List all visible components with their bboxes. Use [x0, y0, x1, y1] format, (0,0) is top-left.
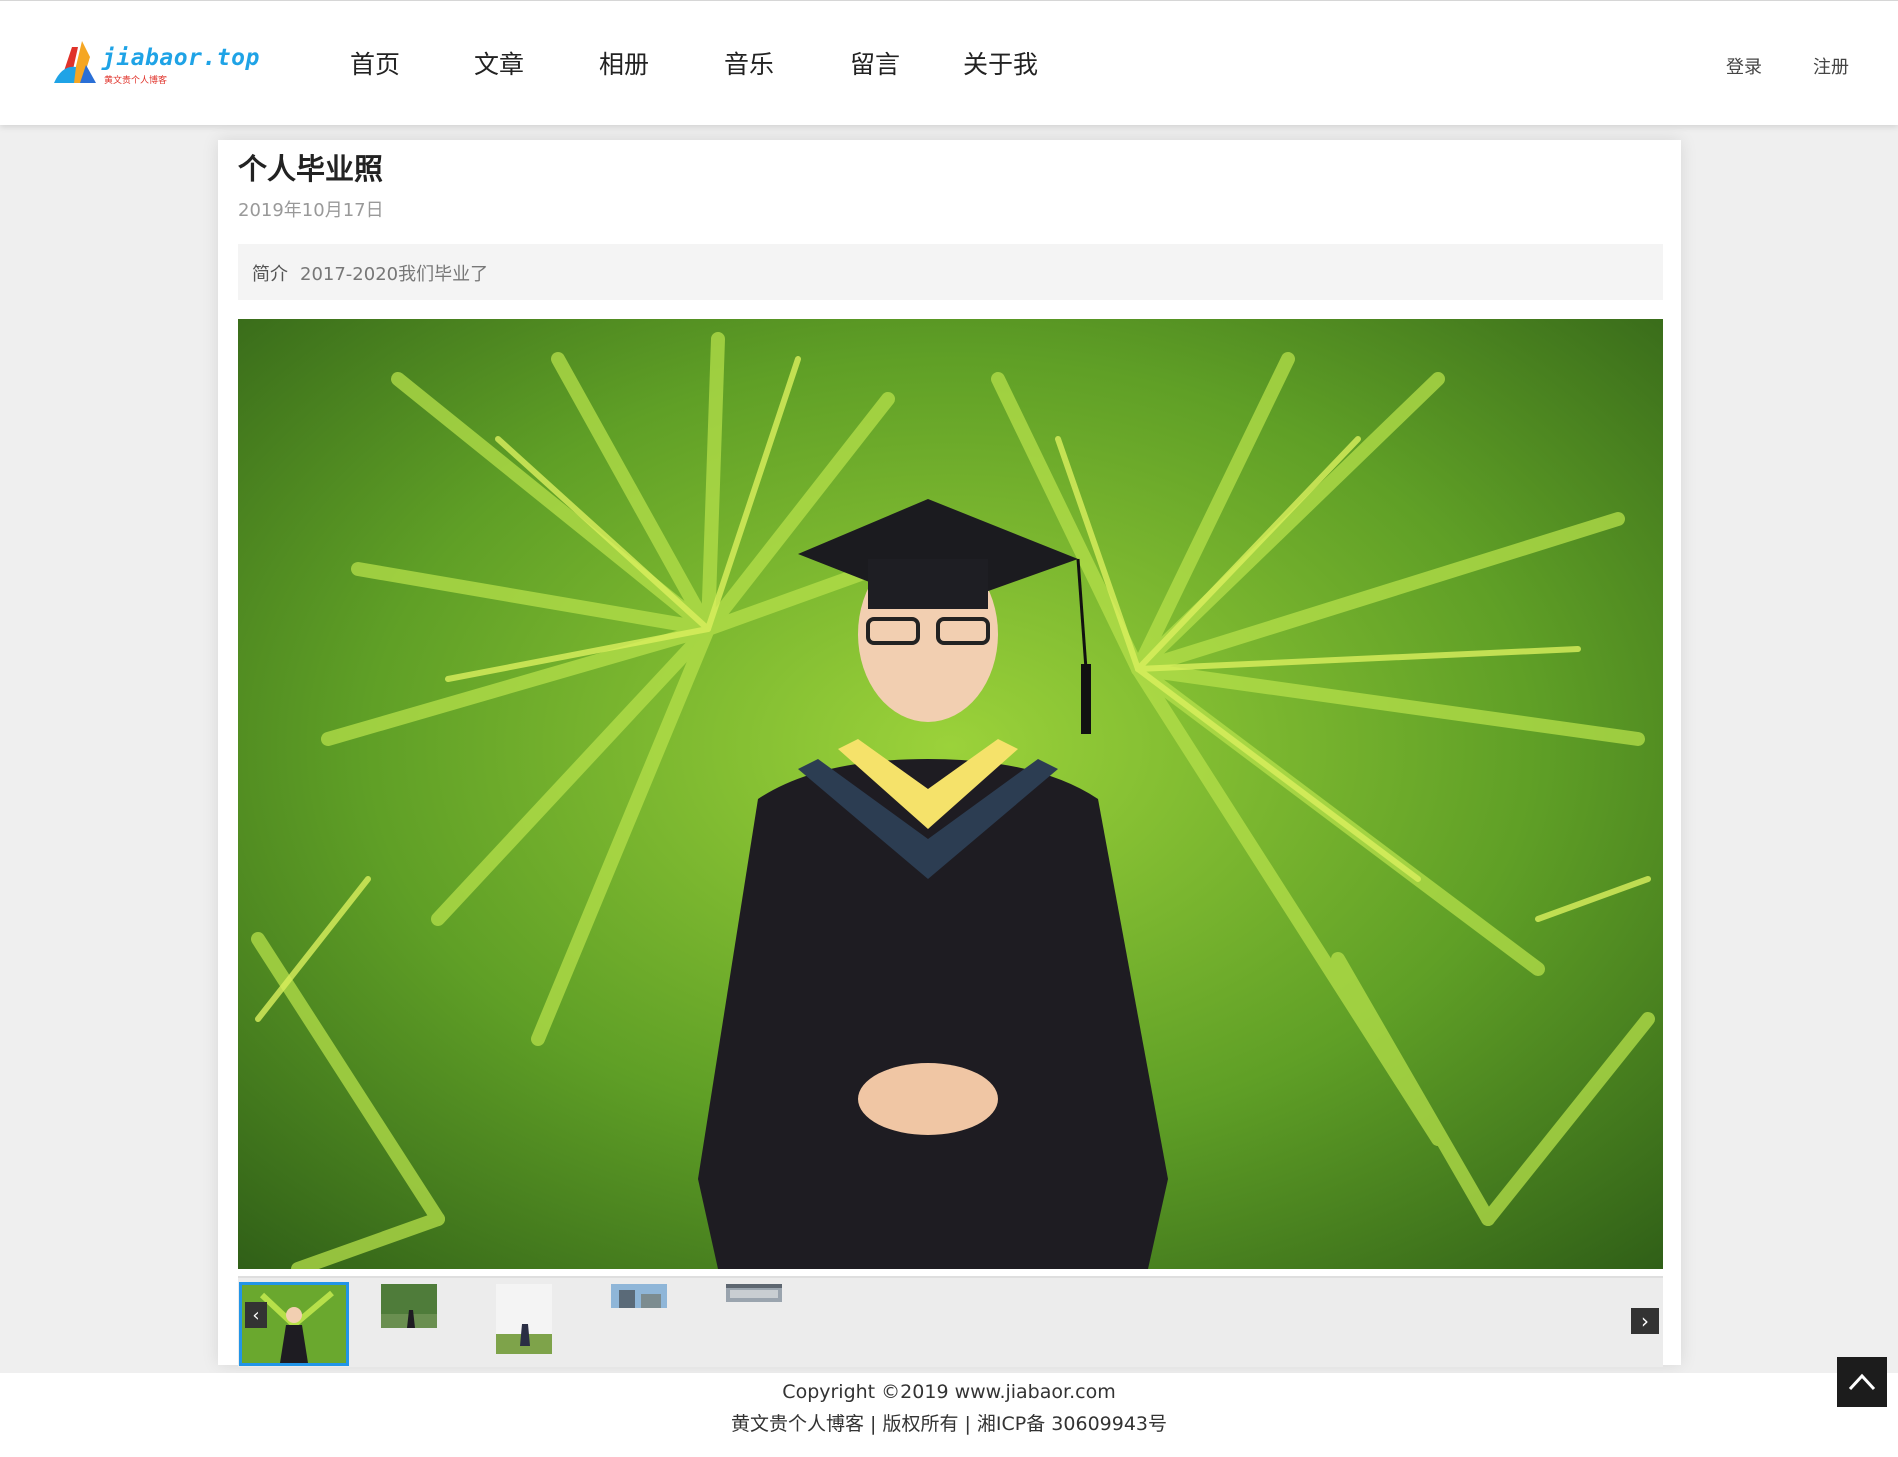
nav-albums[interactable]: 相册 — [599, 45, 649, 81]
intro-label: 简介 — [252, 264, 288, 285]
copyright-text: Copyright ©2019 www.jiabaor.com — [782, 1381, 1116, 1403]
site-logo[interactable]: jiabaor.top 黄文贵个人博客 — [52, 37, 259, 89]
login-link[interactable]: 登录 — [1726, 53, 1762, 79]
logo-subtitle: 黄文贵个人博客 — [104, 76, 168, 86]
thumbnail-4[interactable] — [611, 1284, 667, 1308]
next-arrow-button[interactable]: › — [1631, 1308, 1659, 1334]
register-link[interactable]: 注册 — [1813, 53, 1849, 79]
nav-articles[interactable]: 文章 — [474, 45, 524, 81]
nav-music[interactable]: 音乐 — [724, 45, 774, 81]
logo-mark-icon — [54, 41, 96, 83]
back-to-top-button[interactable] — [1837, 1357, 1887, 1407]
nav-about[interactable]: 关于我 — [963, 45, 1038, 81]
chevron-up-icon — [1848, 1373, 1876, 1391]
thumbnail-3[interactable] — [496, 1284, 552, 1354]
chevron-right-icon: › — [1641, 1309, 1649, 1333]
post-date: 2019年10月17日 — [238, 200, 384, 221]
nav-messages[interactable]: 留言 — [850, 45, 900, 81]
chevron-left-icon: ‹ — [252, 1304, 260, 1326]
thumbnail-4-image — [611, 1284, 667, 1308]
thumbnail-2[interactable] — [381, 1284, 437, 1328]
prev-arrow-button[interactable]: ‹ — [245, 1302, 267, 1328]
intro-text: 2017-2020我们毕业了 — [300, 264, 489, 285]
graduation-photo-image — [238, 319, 1663, 1269]
thumbnail-2-image — [381, 1284, 437, 1328]
main-photo[interactable] — [238, 319, 1663, 1269]
thumbnail-strip: ‹ › — [238, 1276, 1663, 1367]
site-footer: Copyright ©2019 www.jiabaor.com 黄文贵个人博客 … — [0, 1373, 1898, 1457]
album-card: 个人毕业照 2019年10月17日 简介 2017-2020我们毕业了 ‹ › — [218, 140, 1681, 1367]
thumbnail-3-image — [496, 1284, 552, 1354]
nav-home[interactable]: 首页 — [350, 45, 400, 81]
icp-text: 黄文贵个人博客 | 版权所有 | 湘ICP备 30609943号 — [730, 1413, 1168, 1435]
logo-text: jiabaor.top — [102, 45, 260, 71]
thumbnail-5-image — [726, 1284, 782, 1302]
thumbnail-5[interactable] — [726, 1284, 782, 1302]
intro-box: 简介 2017-2020我们毕业了 — [238, 244, 1663, 300]
site-header: jiabaor.top 黄文贵个人博客 首页 文章 相册 音乐 留言 关于我 登… — [0, 0, 1898, 125]
page-title: 个人毕业照 — [238, 152, 384, 186]
